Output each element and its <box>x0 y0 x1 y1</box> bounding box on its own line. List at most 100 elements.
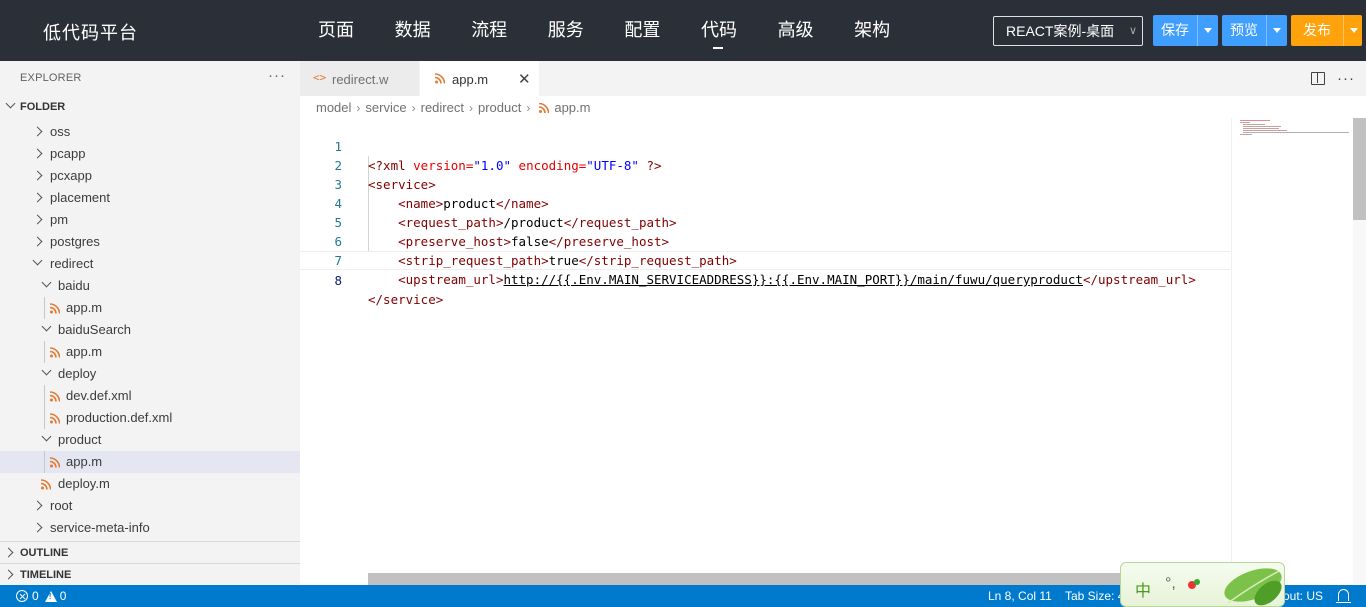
publish-dropdown-icon[interactable] <box>1343 15 1362 46</box>
breadcrumb-item[interactable]: model <box>316 100 351 115</box>
tree-file-item[interactable]: dev.def.xml <box>0 385 300 407</box>
tree-folder-item[interactable]: deploy <box>0 363 300 385</box>
more-actions-icon[interactable]: ··· <box>268 67 286 84</box>
env-select[interactable]: REACT案例-桌面 ∨ <box>993 16 1143 46</box>
chevron-right-icon: › <box>526 100 531 115</box>
save-dropdown-icon[interactable] <box>1197 15 1218 46</box>
breadcrumb: model › service › redirect › product › a… <box>316 100 590 115</box>
indent-guide <box>44 385 45 407</box>
tree-folder-item[interactable]: baiduSearch <box>0 319 300 341</box>
keyboard-layout[interactable]: out: US <box>1283 589 1323 603</box>
tree-item-label: dev.def.xml <box>66 388 132 403</box>
leaf-skin-icon <box>1224 568 1282 606</box>
tree-folder-item[interactable]: pm <box>0 209 300 231</box>
tree-file-item[interactable]: app.m <box>0 451 300 473</box>
tree-folder-item[interactable]: redirect <box>0 253 300 275</box>
breadcrumb-item[interactable]: app.m <box>554 100 590 115</box>
breadcrumb-item[interactable]: product <box>478 100 521 115</box>
tree-item-label: root <box>50 498 73 513</box>
code-line-current: 8 </service> <box>300 251 1230 307</box>
tree-file-item[interactable]: production.def.xml <box>0 407 300 429</box>
vertical-scrollbar[interactable] <box>1353 118 1366 585</box>
breadcrumb-item[interactable]: redirect <box>421 100 464 115</box>
tree-item-label: postgres <box>50 234 100 249</box>
tree-file-item[interactable]: app.m <box>0 341 300 363</box>
horizontal-scrollbar[interactable] <box>368 573 1230 585</box>
split-editor-icon[interactable] <box>1311 72 1325 85</box>
problems-indicator[interactable]: 0 0 <box>16 589 66 603</box>
tree-folder-item[interactable]: baidu <box>0 275 300 297</box>
file-tree: oss pcapp pcxapp placement pm postgres redirec… <box>0 121 300 539</box>
tree-file-item[interactable]: deploy.m <box>0 473 300 495</box>
timeline-label: TIMELINE <box>20 569 72 581</box>
tree-folder-item[interactable]: pcapp <box>0 143 300 165</box>
url-link[interactable]: http://{{.Env.MAIN_SERVICEADDRESS}}:{{.E… <box>503 272 1082 287</box>
tab-label: app.m <box>452 72 489 87</box>
folder-section-header[interactable]: FOLDER <box>0 96 300 118</box>
chevron-down-icon <box>32 255 43 266</box>
env-select-value: REACT案例-桌面 <box>1006 23 1115 39</box>
tab-redirect-w[interactable]: <> redirect.w <box>300 61 419 96</box>
emoji-icon[interactable] <box>1187 577 1201 591</box>
tree-folder-item[interactable]: placement <box>0 187 300 209</box>
publish-button[interactable]: 发布 <box>1291 15 1343 46</box>
scrollbar-thumb[interactable] <box>1353 118 1366 220</box>
preview-button[interactable]: 预览 <box>1222 15 1266 46</box>
chevron-right-icon <box>32 214 43 225</box>
bell-icon[interactable] <box>1336 589 1351 604</box>
tree-folder-item[interactable]: root <box>0 495 300 517</box>
tree-folder-item[interactable]: pcxapp <box>0 165 300 187</box>
main-nav: 页面 数据 流程 服务 配置 代码 高级 架构 <box>318 0 931 61</box>
minimap[interactable] <box>1231 118 1353 585</box>
chevron-down-icon <box>5 98 16 109</box>
save-button[interactable]: 保存 <box>1153 15 1197 46</box>
code-area[interactable]: 1 <?xml version="1.0" encoding="UTF-8" ?… <box>300 118 1230 307</box>
cursor-position[interactable]: Ln 8, Col 11 <box>988 589 1052 603</box>
chevron-down-icon: ∨ <box>1128 25 1137 37</box>
tree-folder-item[interactable]: service-meta-info <box>0 517 300 539</box>
tree-folder-item[interactable]: postgres <box>0 231 300 253</box>
nav-advanced[interactable]: 高级 <box>778 0 855 61</box>
tree-folder-item[interactable]: oss <box>0 121 300 143</box>
tree-item-label: app.m <box>66 344 103 359</box>
close-icon[interactable]: ✕ <box>518 70 531 88</box>
rss-file-icon <box>49 346 61 358</box>
preview-dropdown-icon[interactable] <box>1266 15 1287 46</box>
ime-toolbar[interactable]: 中 °, <box>1120 562 1285 607</box>
code-line: 3 <name>product</name> <box>300 156 1230 211</box>
tree-item-label: pm <box>50 212 69 227</box>
nav-data[interactable]: 数据 <box>395 0 472 61</box>
ime-punct[interactable]: °, <box>1165 575 1176 593</box>
nav-config[interactable]: 配置 <box>624 0 701 61</box>
tree-item-label: baidu <box>58 278 90 293</box>
line-number: 8 <box>334 273 342 288</box>
tree-folder-item[interactable]: product <box>0 429 300 451</box>
timeline-section-header[interactable]: TIMELINE <box>0 563 300 585</box>
nav-code[interactable]: 代码 <box>701 0 778 61</box>
outline-section-header[interactable]: OUTLINE <box>0 541 300 563</box>
more-actions-icon[interactable]: ··· <box>1337 70 1355 87</box>
tree-item-label: placement <box>50 190 110 205</box>
chevron-down-icon <box>41 365 52 376</box>
top-bar: 低代码平台 页面 数据 流程 服务 配置 代码 高级 架构 REACT案例-桌面… <box>0 0 1366 61</box>
chevron-right-icon <box>3 569 14 580</box>
chevron-down-icon <box>41 321 52 332</box>
chevron-right-icon <box>32 522 43 533</box>
nav-architecture[interactable]: 架构 <box>854 0 931 61</box>
ime-mode[interactable]: 中 <box>1135 577 1151 601</box>
code-editor: <> redirect.w app.m ✕ ··· model › servic… <box>300 61 1366 585</box>
tab-app-m[interactable]: app.m ✕ <box>420 61 539 96</box>
nav-service[interactable]: 服务 <box>548 0 625 61</box>
error-icon <box>16 590 28 602</box>
code-line: 6 <strip_request_path>true</strip_reques… <box>300 213 1230 268</box>
breadcrumb-item[interactable]: service <box>365 100 406 115</box>
nav-flow[interactable]: 流程 <box>471 0 548 61</box>
chevron-down-icon <box>41 431 52 442</box>
nav-page[interactable]: 页面 <box>318 0 395 61</box>
explorer-title: EXPLORER <box>20 72 82 84</box>
tree-file-item[interactable]: app.m <box>0 297 300 319</box>
tab-size[interactable]: Tab Size: 4 <box>1065 589 1124 603</box>
chevron-right-icon <box>32 236 43 247</box>
rss-file-icon <box>49 390 61 402</box>
publish-button-group: 发布 <box>1291 15 1362 46</box>
